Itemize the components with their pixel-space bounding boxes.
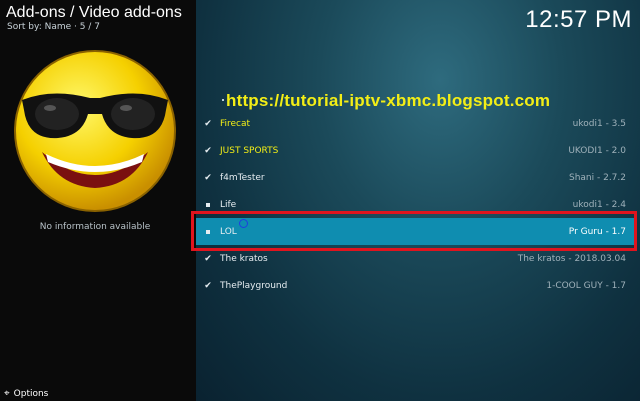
list-item[interactable]: f4mTester Shani - 2.7.2 (196, 164, 634, 191)
breadcrumb: Add-ons / Video add-ons (6, 4, 182, 21)
addon-version: Shani - 2.7.2 (568, 172, 626, 183)
addon-version: 1-COOL GUY - 1.7 (546, 280, 626, 291)
addon-version: The kratos - 2018.03.04 (517, 253, 626, 264)
bullet-icon (196, 200, 220, 210)
addon-name: Life (220, 199, 237, 210)
clock: 12:57 PM (525, 6, 632, 33)
cursor-indicator (239, 219, 248, 228)
parent-folder-marker (222, 99, 224, 101)
addon-name: f4mTester (220, 172, 265, 183)
list-item[interactable]: JUST SPORTS UKODI1 - 2.0 (196, 137, 634, 164)
no-info-text: No information available (39, 222, 151, 232)
sort-info: Sort by: Name · 5 / 7 (7, 22, 100, 32)
addon-version: UKODI1 - 2.0 (568, 145, 626, 156)
installed-check-icon (196, 119, 220, 129)
addon-name: ThePlayground (220, 280, 288, 291)
addon-name: JUST SPORTS (220, 145, 279, 156)
installed-check-icon (196, 173, 220, 183)
watermark-text: https://tutorial-iptv-xbmc.blogspot.com (226, 91, 551, 110)
addon-name: Firecat (220, 118, 251, 129)
addon-list: Firecat ukodi1 - 3.5 JUST SPORTS UKODI1 … (196, 110, 634, 299)
installed-check-icon (196, 146, 220, 156)
addon-name: The kratos (220, 253, 268, 264)
addon-thumbnail-smiley-icon (14, 50, 176, 212)
info-panel: Add-ons / Video add-ons Sort by: Name · … (0, 0, 196, 401)
installed-check-icon (196, 254, 220, 264)
addon-version: ukodi1 - 2.4 (572, 199, 626, 210)
list-item[interactable]: ThePlayground 1-COOL GUY - 1.7 (196, 272, 634, 299)
options-label: Options (13, 388, 49, 399)
installed-check-icon (196, 281, 220, 291)
options-icon: ⌖ (4, 388, 10, 399)
list-item[interactable]: Firecat ukodi1 - 3.5 (196, 110, 634, 137)
addon-version: ukodi1 - 3.5 (572, 118, 626, 129)
options-button[interactable]: ⌖ Options (4, 388, 48, 399)
annotation-highlight-box (191, 211, 637, 251)
